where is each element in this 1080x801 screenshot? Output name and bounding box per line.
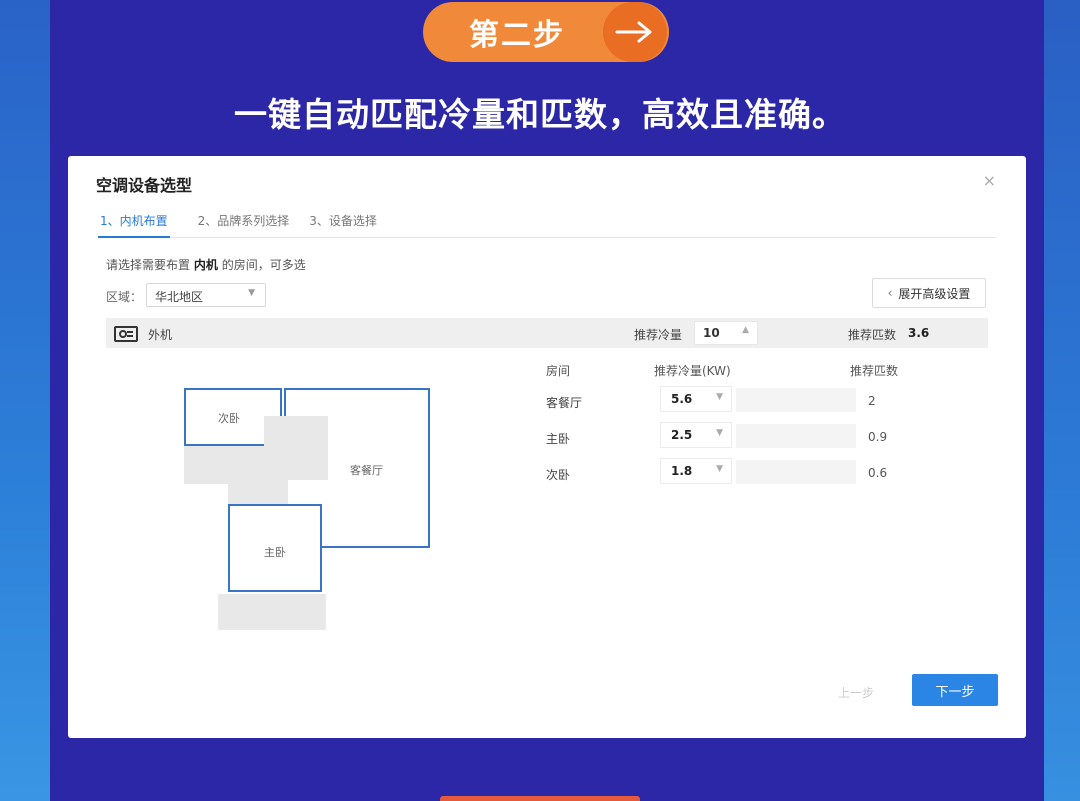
capacity-value: 5.6 [671,392,693,406]
floor-plan-blur [218,594,326,630]
recommended-hp-value: 3.6 [908,326,930,340]
floor-plan-blur [184,446,264,484]
previous-step-button[interactable]: 上一步 [838,684,874,701]
headline: 一键自动匹配冷量和匹数，高效且准确。 [234,95,846,134]
row-room: 客餐厅 [546,396,583,410]
region-value: 华北地区 [155,290,204,304]
capacity-value: 1.8 [671,464,693,478]
step-label: 第二步 [469,18,565,53]
arrow-right-icon [603,2,667,62]
ac-selection-dialog: 空调设备选型 × 1、内机布置 2、品牌系列选择 3、设备选择 请选择需要布置 … [68,156,1026,738]
hint-bold: 内机 [193,258,218,272]
capacity-select[interactable]: 2.5 ▼ [660,422,732,448]
row-room: 主卧 [546,432,571,446]
row-hp: 0.9 [868,430,888,444]
chevron-down-icon: ▼ [716,464,723,474]
row-blur [736,460,856,484]
row-hp: 0.6 [868,466,888,480]
room-label: 主卧 [264,546,286,559]
close-icon[interactable]: × [983,171,996,190]
row-hp: 2 [868,394,876,408]
header-capacity: 推荐冷量(KW) [654,364,731,378]
chevron-down-icon: ▼ [716,392,723,402]
table-row: 客餐厅 5.6 ▼ 2 [546,386,996,416]
step-tabs: 1、内机布置 2、品牌系列选择 3、设备选择 [98,212,996,238]
header-room: 房间 [546,364,571,378]
tab-indoor-layout[interactable]: 1、内机布置 [98,212,170,238]
outdoor-unit-bar: 外机 推荐冷量 10 ▲ 推荐匹数 3.6 [106,318,988,348]
outdoor-label: 外机 [148,328,173,342]
row-room: 次卧 [546,468,571,482]
capacity-select[interactable]: 5.6 ▼ [660,386,732,412]
table-row: 主卧 2.5 ▼ 0.9 [546,422,996,452]
room-label: 客餐厅 [350,464,383,477]
step-badge: 第二步 [423,2,669,62]
chevron-down-icon: ▼ [248,288,255,298]
floor-plan-blur [264,416,328,480]
floor-plan: 次卧 客餐厅 主卧 [178,384,438,634]
row-blur [736,388,856,412]
room-label: 次卧 [218,412,240,425]
table-row: 次卧 1.8 ▼ 0.6 [546,458,996,488]
capacity-select[interactable]: 1.8 ▼ [660,458,732,484]
capacity-value: 2.5 [671,428,693,442]
tab-equipment[interactable]: 3、设备选择 [299,212,387,238]
advanced-settings-button[interactable]: ‹ 展开高级设置 [872,278,986,308]
advanced-settings-label: 展开高级设置 [898,286,971,301]
recommended-hp-label: 推荐匹数 [848,328,897,342]
region-label: 区域： [106,290,143,304]
next-step-button[interactable]: 下一步 [912,674,998,706]
row-blur [736,424,856,448]
room-master-bedroom[interactable]: 主卧 [228,504,322,592]
chevron-left-icon: ‹ [887,286,893,300]
next-banner-edge [440,796,640,801]
dialog-title: 空调设备选型 [96,176,193,195]
chevron-up-icon: ▲ [742,325,749,335]
hint-suffix: 的房间，可多选 [221,258,306,272]
chevron-down-icon: ▼ [716,428,723,438]
hint-prefix: 请选择需要布置 [106,258,191,272]
outdoor-unit-icon [114,326,138,342]
outdoor-capacity-value: 10 [703,326,720,340]
instruction-text: 请选择需要布置 内机 的房间，可多选 [106,256,306,273]
tab-brand-series[interactable]: 2、品牌系列选择 [188,212,300,238]
recommended-capacity-label: 推荐冷量 [634,328,683,342]
outdoor-capacity-select[interactable]: 10 ▲ [694,321,758,345]
region-select[interactable]: 华北地区 ▼ [146,283,266,307]
header-hp: 推荐匹数 [850,364,899,378]
